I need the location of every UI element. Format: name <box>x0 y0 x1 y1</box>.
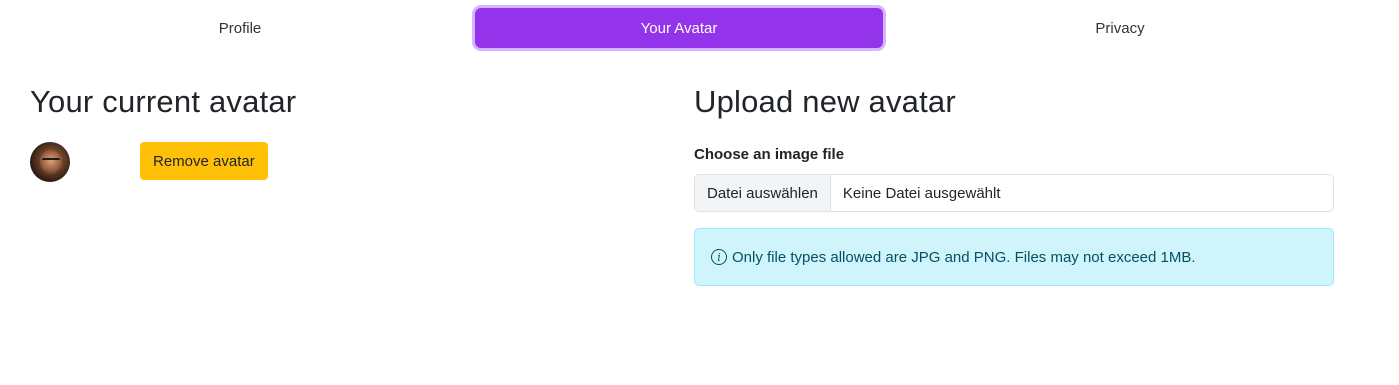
choose-file-button[interactable]: Datei auswählen <box>695 175 831 211</box>
file-type-info-alert: i Only file types allowed are JPG and PN… <box>694 228 1334 286</box>
avatar-glasses <box>42 158 60 163</box>
avatar <box>30 142 70 182</box>
current-avatar-heading: Your current avatar <box>30 84 297 119</box>
info-text: Only file types allowed are JPG and PNG.… <box>732 248 1196 266</box>
avatar-row: Remove avatar <box>30 142 430 182</box>
tab-your-avatar[interactable]: Your Avatar <box>475 8 883 48</box>
info-circle-icon: i <box>711 249 727 265</box>
file-input[interactable]: Datei auswählen Keine Datei ausgewählt <box>694 174 1334 212</box>
tab-privacy[interactable]: Privacy <box>916 8 1324 48</box>
tab-profile[interactable]: Profile <box>36 8 444 48</box>
file-status-text: Keine Datei ausgewählt <box>842 184 1001 202</box>
upload-avatar-section: Upload new avatar Choose an image file D… <box>694 80 1334 286</box>
upload-avatar-heading: Upload new avatar <box>694 84 956 119</box>
tab-bar: Profile Your Avatar Privacy <box>0 0 1399 56</box>
remove-avatar-button[interactable]: Remove avatar <box>140 142 268 180</box>
current-avatar-section: Your current avatar Remove avatar <box>30 80 650 182</box>
file-field-label: Choose an image file <box>694 146 845 163</box>
